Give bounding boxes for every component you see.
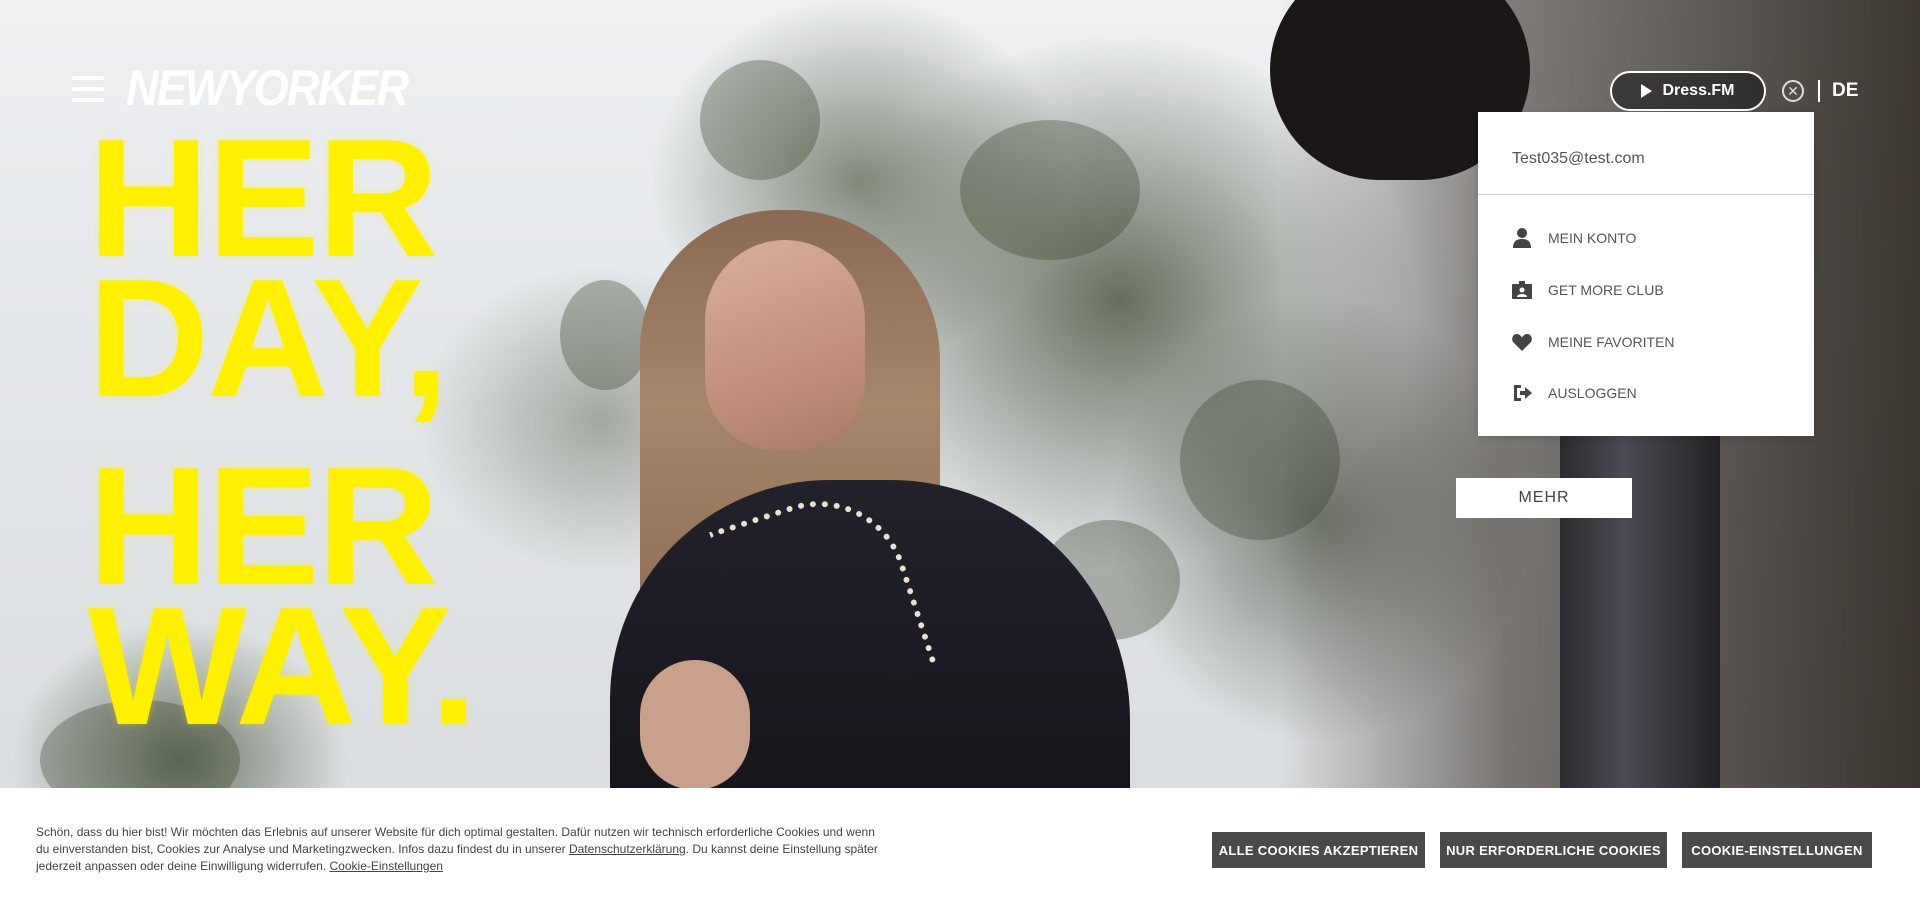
menu-item-label: MEIN KONTO [1548, 230, 1637, 246]
language-separator [1818, 80, 1820, 102]
menu-item-label: MEINE FAVORITEN [1548, 334, 1675, 350]
dressfm-button[interactable]: Dress.FM [1610, 71, 1766, 111]
hero-headline: HER DAY, HER WAY. [88, 114, 477, 760]
club-card-icon [1512, 280, 1532, 300]
menu-item-label: GET MORE CLUB [1548, 282, 1664, 298]
cookie-settings-button[interactable]: COOKIE-EINSTELLUNGEN [1682, 832, 1872, 868]
play-icon [1641, 84, 1653, 98]
divider [1478, 194, 1814, 195]
menu-item-label: AUSLOGGEN [1548, 385, 1637, 401]
required-cookies-button[interactable]: NUR ERFORDERLICHE COOKIES [1440, 832, 1667, 868]
accept-all-cookies-button[interactable]: ALLE COOKIES AKZEPTIEREN [1212, 832, 1425, 868]
cookie-settings-link[interactable]: Cookie-Einstellungen [330, 859, 443, 873]
dressfm-label: Dress.FM [1662, 82, 1735, 99]
person-icon [1512, 228, 1532, 248]
language-selector[interactable]: DE [1832, 80, 1858, 102]
account-email: Test035@test.com [1512, 150, 1645, 167]
headline-line-4: WAY. [88, 572, 477, 760]
logout-icon [1512, 383, 1532, 403]
privacy-policy-link[interactable]: Datenschutzerklärung [569, 842, 686, 856]
menu-item-ausloggen[interactable]: AUSLOGGEN [1512, 381, 1637, 405]
heart-icon [1512, 332, 1532, 352]
hamburger-menu-icon[interactable] [72, 76, 104, 104]
headline-line-2: DAY, [88, 244, 449, 432]
menu-item-mein-konto[interactable]: MEIN KONTO [1512, 226, 1636, 250]
page: NEWYORKER Dress.FM ✕ DE HER DAY, HER WAY… [0, 0, 1920, 911]
close-icon[interactable]: ✕ [1782, 80, 1804, 102]
menu-item-meine-favoriten[interactable]: MEINE FAVORITEN [1512, 330, 1675, 354]
account-dropdown: Test035@test.com MEIN KONTO GET MORE CLU… [1478, 112, 1814, 436]
menu-item-get-more-club[interactable]: GET MORE CLUB [1512, 278, 1664, 302]
cookie-text: Schön, dass du hier bist! Wir möchten da… [36, 824, 886, 875]
more-button[interactable]: MEHR [1456, 478, 1632, 518]
cookie-banner: Schön, dass du hier bist! Wir möchten da… [0, 788, 1920, 911]
